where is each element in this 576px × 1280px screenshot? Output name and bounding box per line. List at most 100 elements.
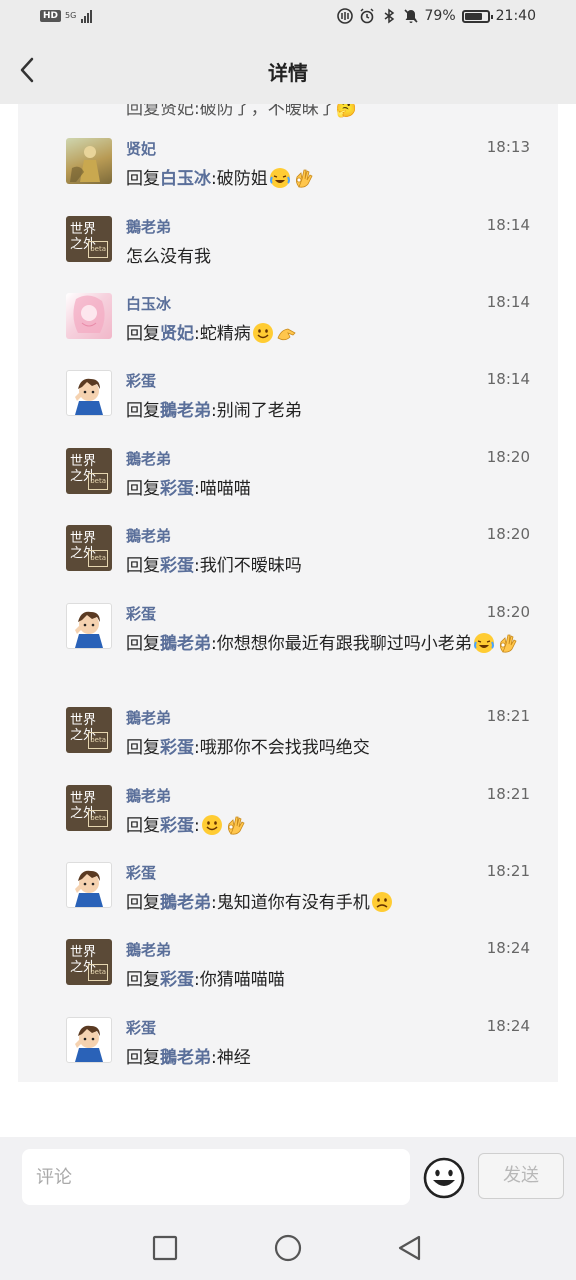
status-left: HD 5G <box>40 9 93 23</box>
reply-to-name[interactable]: 彩蛋 <box>160 970 194 990</box>
commenter-name[interactable]: 彩蛋 <box>126 603 156 624</box>
comment-time: 18:14 <box>486 293 530 311</box>
avatar[interactable] <box>66 370 112 416</box>
commenter-name[interactable]: 鵝老弟 <box>126 939 171 960</box>
ok-hand-emoji-icon <box>295 169 313 188</box>
comment-time: 18:13 <box>486 138 530 156</box>
avatar[interactable]: 世界 之外 beta <box>66 939 112 985</box>
reply-to-name[interactable]: 彩蛋 <box>160 479 194 499</box>
comment-body: 回复彩蛋:我们不暧昧吗 <box>126 553 546 579</box>
reply-to-name[interactable]: 白玉冰 <box>160 169 211 189</box>
comment-input[interactable] <box>22 1149 410 1205</box>
comment-body: 回复白玉冰:破防姐 <box>126 166 546 192</box>
comment-body: 怎么没有我 <box>126 244 546 270</box>
reply-to-name[interactable]: 彩蛋 <box>160 738 194 758</box>
comment-time: 18:21 <box>486 707 530 725</box>
reply-to-name[interactable]: 鵝老弟 <box>160 634 211 654</box>
reply-prefix: 回复 <box>126 401 160 421</box>
avatar[interactable]: 世界 之外 beta <box>66 448 112 494</box>
home-icon[interactable] <box>273 1233 303 1263</box>
back-nav-icon[interactable] <box>395 1233 425 1263</box>
comment-body: 回复鵝老弟:你想想你最近有跟我聊过吗小老弟 <box>126 631 546 657</box>
avatar-text-line1: 世界 <box>70 945 97 960</box>
avatar[interactable] <box>66 603 112 649</box>
cartoon-boy-image <box>75 870 103 907</box>
avatar-text-line1: 世界 <box>70 531 97 546</box>
partial-comment-text: 回复贤妃:破防了，不暧昧了🤔 <box>126 104 357 119</box>
reply-prefix: 回复 <box>126 738 160 758</box>
comment-text: 神经 <box>216 1048 251 1068</box>
status-time: 21:40 <box>495 8 536 24</box>
avatar[interactable]: 世界 之外 beta <box>66 785 112 831</box>
signal-icon <box>81 9 93 23</box>
reply-prefix: 回复 <box>126 816 160 836</box>
recent-apps-icon[interactable] <box>150 1233 180 1263</box>
avatar[interactable]: 世界 之外 beta <box>66 707 112 753</box>
comment-text: 你想想你最近有跟我聊过吗小老弟 <box>216 634 472 654</box>
mute-icon <box>403 9 418 23</box>
comment-body: 回复彩蛋:哦那你不会找我吗绝交 <box>126 735 546 761</box>
comment-text: 你猜喵喵喵 <box>199 970 285 990</box>
avatar-tag: beta <box>88 732 108 749</box>
comment-time: 18:20 <box>486 448 530 466</box>
comment-text: 鬼知道你有没有手机 <box>216 893 370 913</box>
reply-to-name[interactable]: 贤妃 <box>160 324 194 344</box>
avatar-text-line1: 世界 <box>70 791 97 806</box>
comment-time: 18:24 <box>486 939 530 957</box>
comment-text: 我们不暧昧吗 <box>199 556 302 576</box>
commenter-name[interactable]: 鵝老弟 <box>126 525 171 546</box>
commenter-name[interactable]: 鵝老弟 <box>126 448 171 469</box>
send-button[interactable]: 发送 <box>478 1153 564 1199</box>
avatar[interactable] <box>66 1017 112 1063</box>
avatar[interactable]: 世界 之外 beta <box>66 525 112 571</box>
avatar-text-line1: 世界 <box>70 713 97 728</box>
avatar[interactable] <box>66 293 112 339</box>
title-bar: 详情 <box>0 36 576 104</box>
reply-prefix: 回复 <box>126 634 160 654</box>
avatar-tag: beta <box>88 810 108 827</box>
comment-list[interactable]: 回复贤妃:破防了，不暧昧了🤔 贤妃 18:13 回复白玉冰:破防姐 世界 之外 beta 鵝… <box>18 104 558 1082</box>
comment-body: 回复彩蛋:喵喵喵 <box>126 476 546 502</box>
ok-hand-emoji-icon <box>227 816 245 835</box>
emoji-icon[interactable] <box>422 1156 466 1200</box>
comment-time: 18:24 <box>486 1017 530 1035</box>
avatar[interactable] <box>66 138 112 184</box>
ok-hand-side-emoji-icon <box>277 328 296 341</box>
comment-body: 回复彩蛋: <box>126 813 546 839</box>
battery-percent: 79% <box>424 8 456 24</box>
reply-prefix: 回复 <box>126 970 160 990</box>
commenter-name[interactable]: 鵝老弟 <box>126 785 171 806</box>
frown-emoji-icon <box>371 892 392 912</box>
figure-image <box>70 146 100 182</box>
nfc-icon <box>336 8 353 24</box>
laugh-cry-emoji-icon <box>473 633 494 653</box>
reply-to-name[interactable]: 鵝老弟 <box>160 1048 211 1068</box>
cartoon-boy-image <box>75 1025 103 1062</box>
commenter-name[interactable]: 鵝老弟 <box>126 707 171 728</box>
laugh-cry-emoji-icon <box>269 168 290 188</box>
comment-text: 哦那你不会找我吗绝交 <box>199 738 370 758</box>
cartoon-boy-image <box>75 378 103 415</box>
comment-input-bar: 发送 <box>0 1137 576 1217</box>
reply-prefix: 回复 <box>126 556 160 576</box>
comment-text: 喵喵喵 <box>199 479 251 499</box>
ok-hand-emoji-icon <box>499 634 517 653</box>
reply-to-name[interactable]: 鵝老弟 <box>160 893 211 913</box>
commenter-name[interactable]: 贤妃 <box>126 138 156 159</box>
comment-time: 18:21 <box>486 785 530 803</box>
avatar[interactable] <box>66 862 112 908</box>
reply-to-name[interactable]: 彩蛋 <box>160 816 194 836</box>
commenter-name[interactable]: 白玉冰 <box>126 293 171 314</box>
commenter-name[interactable]: 彩蛋 <box>126 862 156 883</box>
commenter-name[interactable]: 彩蛋 <box>126 1017 156 1038</box>
comment-text: 怎么没有我 <box>126 247 211 267</box>
avatar-text-line1: 世界 <box>70 454 97 469</box>
network-type: 5G <box>65 11 77 20</box>
commenter-name[interactable]: 彩蛋 <box>126 370 156 391</box>
comment-text: 破防姐 <box>216 169 268 189</box>
avatar[interactable]: 世界 之外 beta <box>66 216 112 262</box>
reply-to-name[interactable]: 彩蛋 <box>160 556 194 576</box>
anime-image <box>73 295 105 333</box>
reply-to-name[interactable]: 鵝老弟 <box>160 401 211 421</box>
commenter-name[interactable]: 鵝老弟 <box>126 216 171 237</box>
